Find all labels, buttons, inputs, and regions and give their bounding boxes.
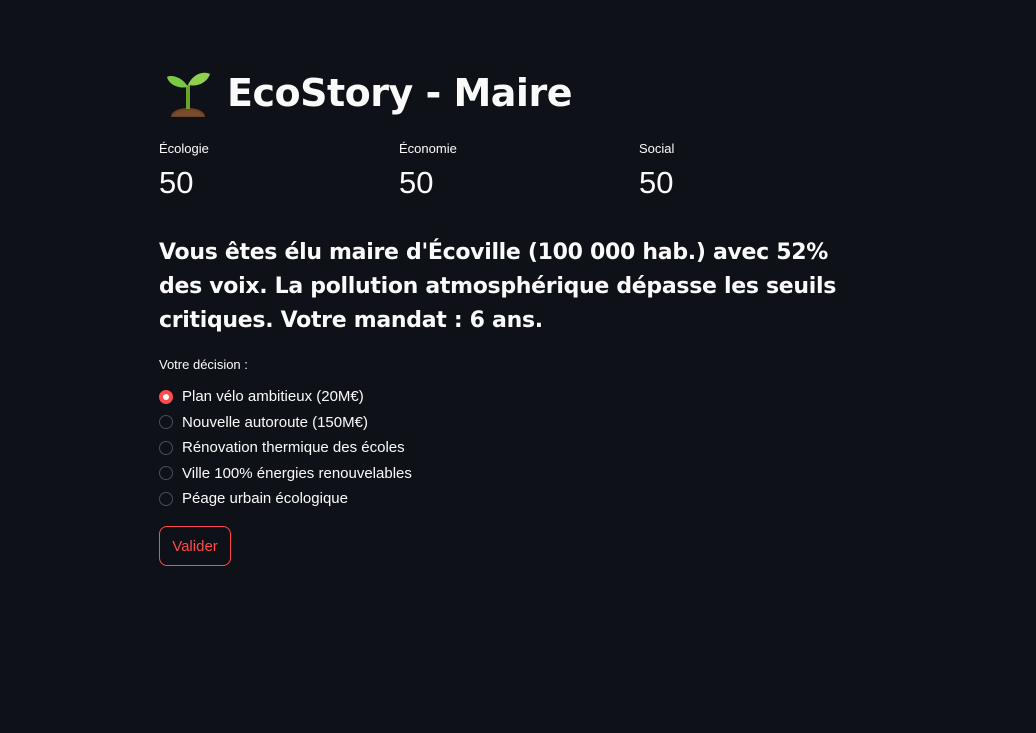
radio-option-energies[interactable]: Ville 100% énergies renouvelables (159, 461, 412, 487)
radio-option-peage[interactable]: Péage urbain écologique (159, 486, 412, 512)
radio-option-renovation[interactable]: Rénovation thermique des écoles (159, 435, 412, 461)
radio-button[interactable] (159, 440, 173, 455)
radio-button[interactable] (159, 466, 173, 481)
radio-option-label: Péage urbain écologique (182, 490, 348, 508)
metric-value: 50 (639, 165, 674, 200)
seedling-icon (167, 72, 210, 117)
story-text: Vous êtes élu maire d'Écoville (100 000 … (159, 240, 837, 333)
radio-option-label: Ville 100% énergies renouvelables (182, 464, 412, 482)
radio-option-label: Nouvelle autoroute (150M€) (182, 413, 368, 431)
metric-label: Écologie (159, 141, 209, 156)
radio-option-label: Plan vélo ambitieux (20M€) (182, 388, 364, 406)
radio-option-autoroute[interactable]: Nouvelle autoroute (150M€) (159, 410, 412, 436)
radio-button[interactable] (159, 491, 173, 506)
radio-option-label: Rénovation thermique des écoles (182, 439, 405, 457)
page-title: EcoStory - Maire (227, 71, 572, 115)
radio-option-plan-velo[interactable]: Plan vélo ambitieux (20M€) (159, 384, 412, 410)
metric-social: Social 50 (639, 140, 839, 201)
decision-radio-group: Plan vélo ambitieux (20M€) Nouvelle auto… (159, 384, 412, 512)
metric-value: 50 (399, 165, 434, 200)
title-row: EcoStory - Maire (163, 66, 572, 120)
radio-button[interactable] (159, 415, 173, 430)
metric-label: Économie (399, 141, 457, 156)
metric-ecologie: Écologie 50 (159, 140, 359, 201)
decision-label: Votre décision : (159, 357, 248, 372)
metric-economie: Économie 50 (399, 140, 599, 201)
submit-button[interactable]: Valider (159, 526, 231, 566)
metric-label: Social (639, 141, 675, 156)
radio-button-checked[interactable] (159, 389, 173, 404)
metric-value: 50 (159, 165, 194, 200)
